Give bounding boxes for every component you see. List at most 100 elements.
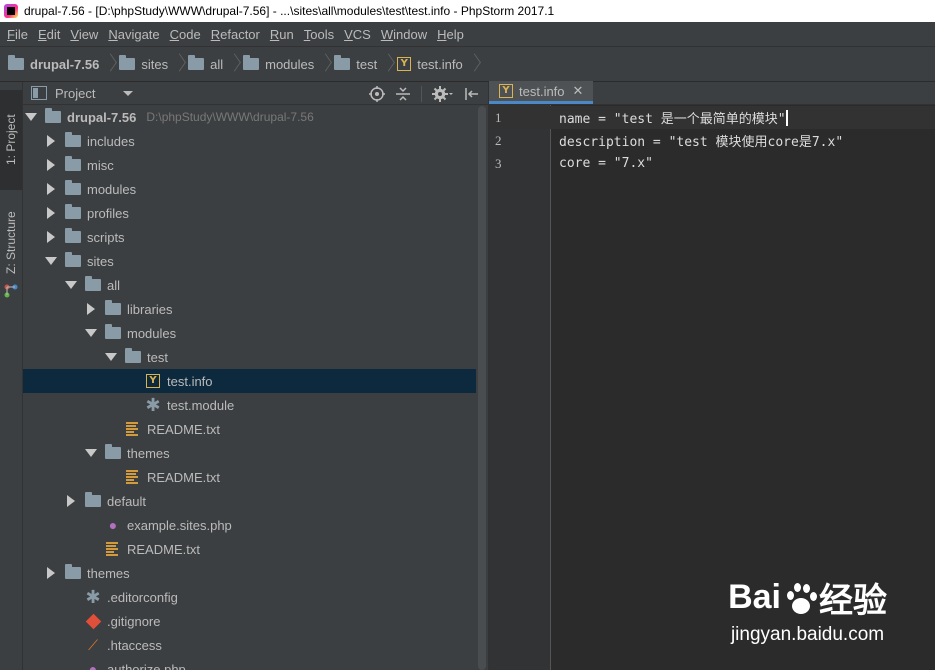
menu-item-run[interactable]: Run	[265, 27, 299, 42]
tree-item-label: misc	[87, 157, 114, 173]
expanded-arrow-icon[interactable]	[63, 281, 79, 289]
tree-item-label: default	[107, 493, 147, 509]
tree-folder-row[interactable]: includes	[23, 129, 488, 153]
project-panel-header: Project	[23, 82, 488, 105]
tree-item-label: libraries	[127, 301, 173, 317]
tree-folder-row[interactable]: drupal-7.56 D:\phpStudy\WWW\drupal-7.56	[23, 105, 488, 129]
folder-icon	[188, 55, 205, 70]
menu-item-edit[interactable]: Edit	[33, 27, 65, 42]
tree-folder-row[interactable]: themes	[23, 561, 488, 585]
tree-folder-row[interactable]: modules	[23, 321, 488, 345]
tree-item-label: modules	[127, 325, 177, 341]
breadcrumb-item-drupal-7-56[interactable]: drupal-7.56	[8, 54, 113, 74]
tree-folder-row[interactable]: all	[23, 273, 488, 297]
menu-item-navigate[interactable]: Navigate	[103, 27, 164, 42]
tree-item-label: test.module	[167, 397, 235, 413]
breadcrumb-separator-icon	[229, 54, 237, 74]
tree-file-row[interactable]: Ytest.info	[23, 369, 488, 393]
breadcrumb-separator-icon	[469, 54, 477, 74]
tree-file-row[interactable]: ⟋ .htaccess	[23, 633, 488, 657]
line-gutter	[489, 105, 551, 670]
tree-folder-row[interactable]: themes	[23, 441, 488, 465]
tree-folder-row[interactable]: test	[23, 345, 488, 369]
hide-panel-icon[interactable]	[464, 86, 478, 102]
editor-tab-test-info[interactable]: Y test.info ✕	[489, 81, 594, 104]
breadcrumb-label: sites	[141, 56, 169, 72]
gear-icon[interactable]	[432, 85, 454, 102]
collapsed-arrow-icon[interactable]	[83, 303, 99, 315]
breadcrumb-label: modules	[265, 56, 315, 72]
menu-label: iew	[78, 26, 99, 42]
menu-label: un	[279, 26, 294, 42]
expanded-arrow-icon[interactable]	[103, 353, 119, 361]
tree-item-label: modules	[87, 181, 137, 197]
tree-file-row[interactable]: .gitignore	[23, 609, 488, 633]
tree-folder-row[interactable]: profiles	[23, 201, 488, 225]
menu-item-refactor[interactable]: Refactor	[206, 27, 265, 42]
code-line[interactable]: 2 description = "test 模块使用core是7.x"	[489, 129, 935, 152]
menu-item-tools[interactable]: Tools	[299, 27, 339, 42]
breadcrumb-label: drupal-7.56	[30, 56, 100, 72]
tree-file-row[interactable]: ● example.sites.php	[23, 513, 488, 537]
breadcrumb-item-all[interactable]: all	[188, 54, 237, 74]
tree-folder-row[interactable]: misc	[23, 153, 488, 177]
expanded-arrow-icon[interactable]	[43, 257, 59, 265]
folder-icon	[8, 55, 24, 70]
folder-icon	[125, 348, 141, 363]
line-number: 2	[495, 132, 502, 148]
expanded-arrow-icon[interactable]	[23, 113, 39, 121]
code-line[interactable]: 1 name = "test 是一个最简单的模块"	[489, 106, 935, 129]
collapsed-arrow-icon[interactable]	[43, 231, 59, 243]
tab-structure-label: Z: Structure	[4, 211, 18, 275]
collapsed-arrow-icon[interactable]	[43, 567, 59, 579]
tree-file-row[interactable]: README.txt	[23, 537, 488, 561]
text-file-icon	[125, 422, 141, 436]
close-icon[interactable]: ✕	[573, 83, 584, 99]
menu-item-view[interactable]: View	[65, 27, 103, 42]
menu-bar: File Edit View Navigate Code Refactor Run Tools…	[0, 22, 935, 46]
tree-folder-row[interactable]: sites	[23, 249, 488, 273]
collapse-all-icon[interactable]	[395, 86, 411, 102]
menu-item-code[interactable]: Code	[165, 27, 206, 42]
code-text: name = "test 是一个最简单的模块"	[559, 112, 786, 127]
collapsed-arrow-icon[interactable]	[43, 135, 59, 147]
expanded-arrow-icon[interactable]	[83, 449, 99, 457]
breadcrumb-item-test[interactable]: test	[334, 54, 391, 74]
tab-structure[interactable]: Z: Structure	[0, 198, 22, 288]
chevron-down-icon[interactable]	[123, 90, 134, 96]
project-view-selector[interactable]: Project	[55, 86, 95, 101]
expanded-arrow-icon[interactable]	[83, 329, 99, 337]
tree-file-row[interactable]: ● authorize.php	[23, 657, 488, 670]
menu-label: dit	[46, 26, 61, 42]
breadcrumb-item-test-info[interactable]: Ytest.info	[397, 54, 477, 74]
tree-file-row[interactable]: ✱ test.module	[23, 393, 488, 417]
tree-folder-row[interactable]: scripts	[23, 225, 488, 249]
tree-item-label: profiles	[87, 205, 129, 221]
breadcrumb-item-sites[interactable]: sites	[119, 54, 182, 74]
folder-icon	[85, 492, 101, 507]
tree-folder-row[interactable]: modules	[23, 177, 488, 201]
collapsed-arrow-icon[interactable]	[43, 207, 59, 219]
tree-file-row[interactable]: ✱ .editorconfig	[23, 585, 488, 609]
menu-label: ools	[310, 26, 335, 42]
collapsed-arrow-icon[interactable]	[63, 495, 79, 507]
locate-file-icon[interactable]	[369, 85, 385, 102]
scrollbar-thumb[interactable]	[478, 106, 486, 670]
tree-folder-row[interactable]: libraries	[23, 297, 488, 321]
tab-project[interactable]: 1: Project	[0, 90, 22, 190]
tree-file-row[interactable]: README.txt	[23, 465, 488, 489]
code-line[interactable]: 3 core = "7.x"	[489, 152, 935, 175]
breadcrumb-item-modules[interactable]: modules	[243, 54, 328, 74]
folder-icon	[65, 564, 81, 579]
menu-item-file[interactable]: File	[2, 27, 33, 42]
folder-icon	[65, 132, 81, 147]
collapsed-arrow-icon[interactable]	[43, 183, 59, 195]
menu-item-window[interactable]: Window	[376, 27, 432, 42]
menu-label: avigate	[117, 26, 160, 42]
menu-item-help[interactable]: Help	[432, 27, 469, 42]
project-scrollbar[interactable]	[476, 106, 488, 670]
menu-item-vcs[interactable]: VCS	[339, 27, 376, 42]
collapsed-arrow-icon[interactable]	[43, 159, 59, 171]
tree-file-row[interactable]: README.txt	[23, 417, 488, 441]
tree-folder-row[interactable]: default	[23, 489, 488, 513]
